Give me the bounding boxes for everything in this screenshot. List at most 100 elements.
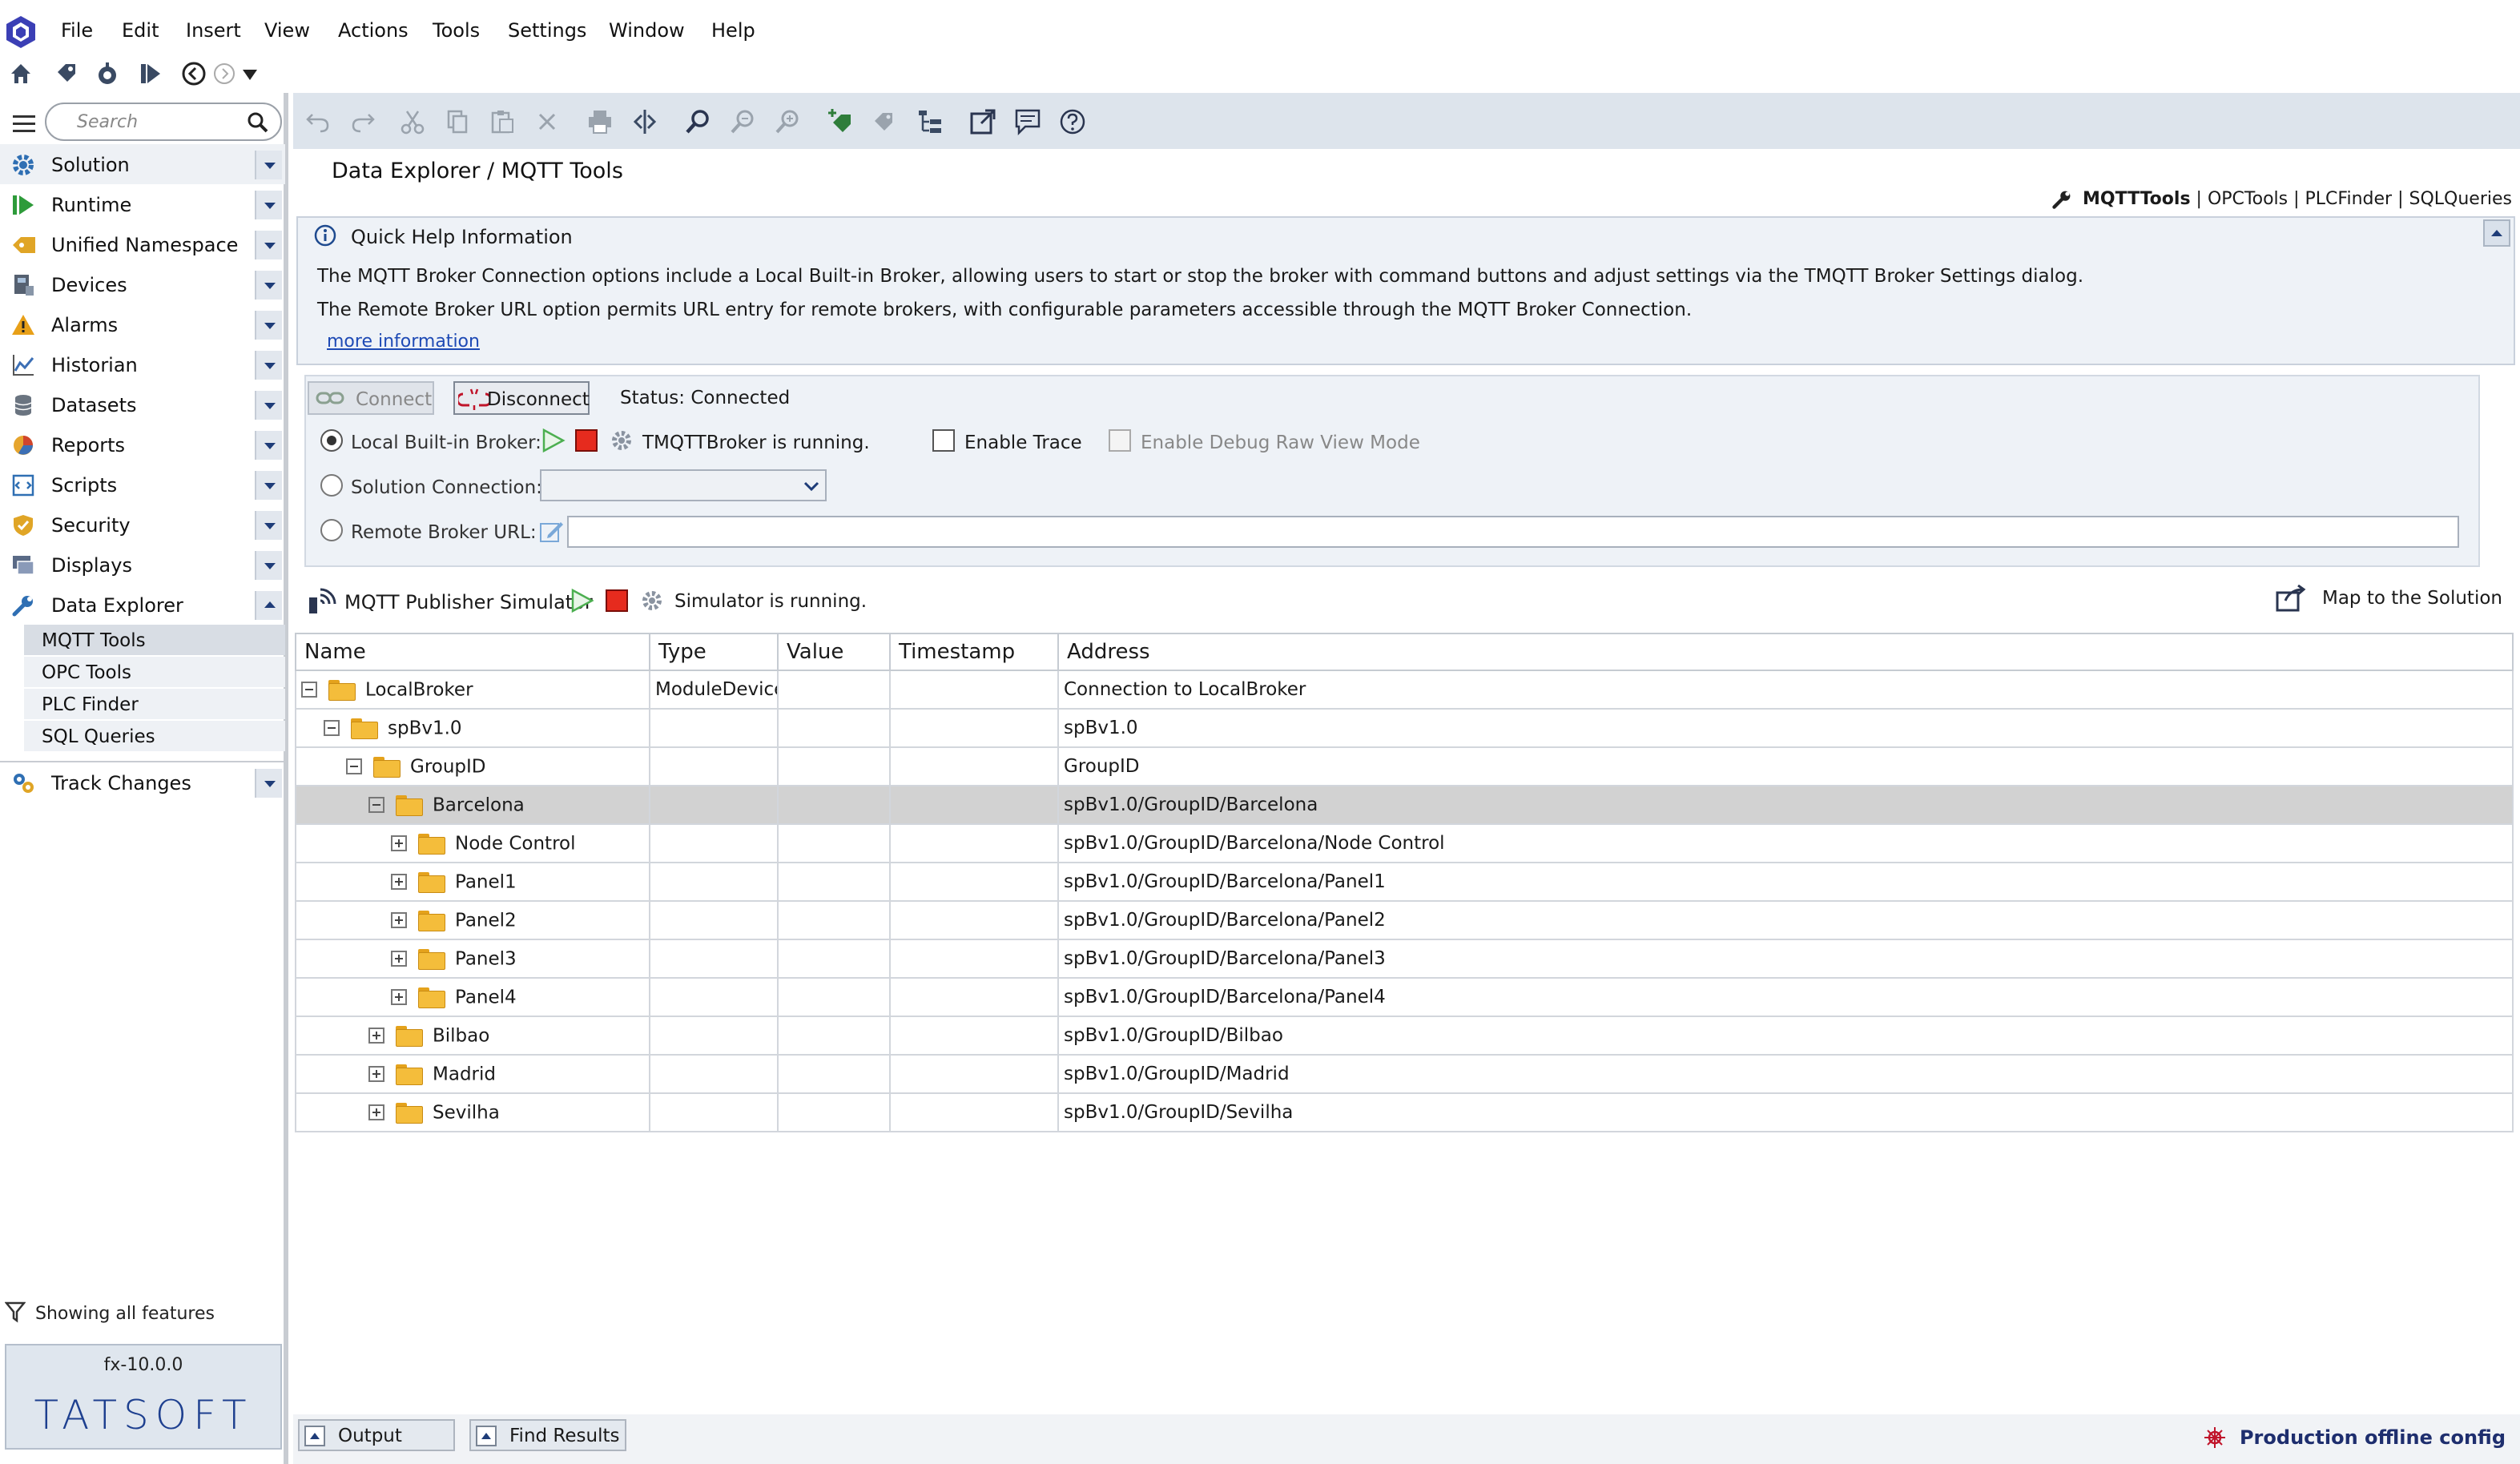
sidebar-item-scripts[interactable]: Scripts: [0, 465, 285, 505]
cell-timestamp[interactable]: [889, 1054, 1059, 1094]
history-dropdown-icon[interactable]: [240, 61, 266, 86]
cell-value[interactable]: [777, 1092, 891, 1132]
chevron-down-icon[interactable]: [255, 271, 282, 300]
search-icon[interactable]: [247, 111, 269, 134]
app-logo-icon[interactable]: [5, 14, 37, 50]
cell-timestamp[interactable]: [889, 670, 1059, 710]
cell-timestamp[interactable]: [889, 823, 1059, 863]
enable-trace-checkbox[interactable]: [932, 429, 955, 452]
table-row[interactable]: Panel1 spBv1.0/GroupID/Barcelona/Panel1: [295, 862, 2514, 902]
chevron-down-icon[interactable]: [255, 431, 282, 460]
sidebar-subitem-opc-tools[interactable]: OPC Tools: [24, 657, 285, 687]
cell-address[interactable]: spBv1.0/GroupID/Barcelona/Panel2: [1057, 900, 2514, 940]
collapse-icon[interactable]: [368, 797, 384, 814]
cell-value[interactable]: [777, 1016, 891, 1056]
cell-timestamp[interactable]: [889, 977, 1059, 1017]
column-header-value[interactable]: Value: [777, 633, 891, 671]
cell-type[interactable]: [649, 708, 779, 748]
cell-timestamp[interactable]: [889, 785, 1059, 825]
cell-value[interactable]: [777, 862, 891, 902]
expand-icon[interactable]: [368, 1066, 384, 1083]
tool-link-sqlqueries[interactable]: SQLQueries: [2409, 189, 2513, 209]
menu-file[interactable]: File: [61, 19, 93, 42]
cell-type[interactable]: [649, 977, 779, 1017]
menu-settings[interactable]: Settings: [508, 19, 586, 42]
filter-icon[interactable]: [5, 1301, 26, 1323]
chevron-down-icon[interactable]: [255, 351, 282, 380]
table-row[interactable]: Bilbao spBv1.0/GroupID/Bilbao: [295, 1016, 2514, 1056]
paste-icon[interactable]: [489, 108, 516, 135]
solution-connection-radio[interactable]: [320, 474, 343, 497]
add-tag-icon[interactable]: [827, 108, 854, 135]
column-header-address[interactable]: Address: [1057, 633, 2514, 671]
chevron-up-icon[interactable]: [255, 591, 282, 620]
cell-value[interactable]: [777, 746, 891, 786]
sidebar-item-unified-namespace[interactable]: Unified Namespace: [0, 224, 285, 264]
connect-button[interactable]: Connect: [308, 381, 434, 415]
expand-icon[interactable]: [391, 835, 407, 852]
cell-type[interactable]: [649, 939, 779, 979]
build-icon[interactable]: [95, 61, 120, 86]
table-row[interactable]: Panel2 spBv1.0/GroupID/Barcelona/Panel2: [295, 900, 2514, 940]
sidebar-item-solution[interactable]: Solution: [0, 144, 285, 184]
redo-icon[interactable]: [349, 108, 376, 135]
print-icon[interactable]: [586, 108, 614, 135]
more-information-link[interactable]: more information: [327, 332, 480, 352]
edit-url-icon[interactable]: [538, 519, 564, 545]
menu-tools[interactable]: Tools: [433, 19, 480, 42]
chevron-down-icon[interactable]: [255, 511, 282, 540]
back-icon[interactable]: [181, 61, 207, 86]
undo-icon[interactable]: [304, 108, 332, 135]
remote-broker-radio[interactable]: [320, 519, 343, 541]
cell-value[interactable]: [777, 785, 891, 825]
cell-name[interactable]: Sevilha: [295, 1092, 650, 1132]
copy-icon[interactable]: [444, 108, 471, 135]
chevron-down-icon[interactable]: [255, 231, 282, 259]
cell-address[interactable]: spBv1.0/GroupID/Barcelona/Panel1: [1057, 862, 2514, 902]
cell-name[interactable]: Madrid: [295, 1054, 650, 1094]
tool-link-opctools[interactable]: OPCTools: [2208, 189, 2288, 209]
expand-icon[interactable]: [368, 1028, 384, 1044]
solution-connection-select[interactable]: [540, 469, 827, 501]
forward-icon[interactable]: [211, 61, 237, 86]
search-input[interactable]: Search: [45, 103, 282, 141]
column-header-type[interactable]: Type: [649, 633, 779, 671]
tool-link-plcfinder[interactable]: PLCFinder: [2305, 189, 2393, 209]
chevron-down-icon[interactable]: [255, 391, 282, 420]
cell-name[interactable]: Panel1: [295, 862, 650, 902]
cell-address[interactable]: spBv1.0/GroupID/Barcelona: [1057, 785, 2514, 825]
comment-icon[interactable]: [1014, 108, 1041, 135]
cell-value[interactable]: [777, 977, 891, 1017]
sidebar-item-historian[interactable]: Historian: [0, 344, 285, 384]
cell-name[interactable]: GroupID: [295, 746, 650, 786]
enable-debug-checkbox[interactable]: [1109, 429, 1131, 452]
cell-type[interactable]: [649, 785, 779, 825]
cell-name[interactable]: LocalBroker: [295, 670, 650, 710]
menu-view[interactable]: View: [264, 19, 310, 42]
sidebar-item-data-explorer[interactable]: Data Explorer: [0, 585, 285, 625]
local-broker-radio[interactable]: [320, 429, 343, 452]
remote-broker-url-input[interactable]: [567, 516, 2459, 548]
collapse-icon[interactable]: [346, 758, 362, 775]
cell-timestamp[interactable]: [889, 746, 1059, 786]
stop-simulator-icon[interactable]: [606, 589, 628, 612]
expand-icon[interactable]: [391, 951, 407, 967]
table-row[interactable]: LocalBroker ModuleDevice Connection to Loc…: [295, 670, 2514, 710]
cell-name[interactable]: Bilbao: [295, 1016, 650, 1056]
table-row[interactable]: GroupID GroupID: [295, 746, 2514, 786]
find-icon[interactable]: [684, 108, 711, 135]
cell-address[interactable]: spBv1.0/GroupID/Barcelona/Panel3: [1057, 939, 2514, 979]
cell-name[interactable]: Panel2: [295, 900, 650, 940]
open-external-icon[interactable]: [969, 108, 996, 135]
quick-help-collapse-button[interactable]: [2483, 219, 2510, 247]
cell-type[interactable]: [649, 823, 779, 863]
column-header-name[interactable]: Name: [295, 633, 650, 671]
cell-address[interactable]: spBv1.0/GroupID/Madrid: [1057, 1054, 2514, 1094]
hamburger-icon[interactable]: [13, 115, 35, 133]
cell-value[interactable]: [777, 823, 891, 863]
cell-address[interactable]: spBv1.0: [1057, 708, 2514, 748]
tree-view-icon[interactable]: [916, 108, 944, 135]
simulator-settings-icon[interactable]: [641, 589, 663, 612]
cell-timestamp[interactable]: [889, 1016, 1059, 1056]
collapse-icon[interactable]: [301, 682, 317, 698]
